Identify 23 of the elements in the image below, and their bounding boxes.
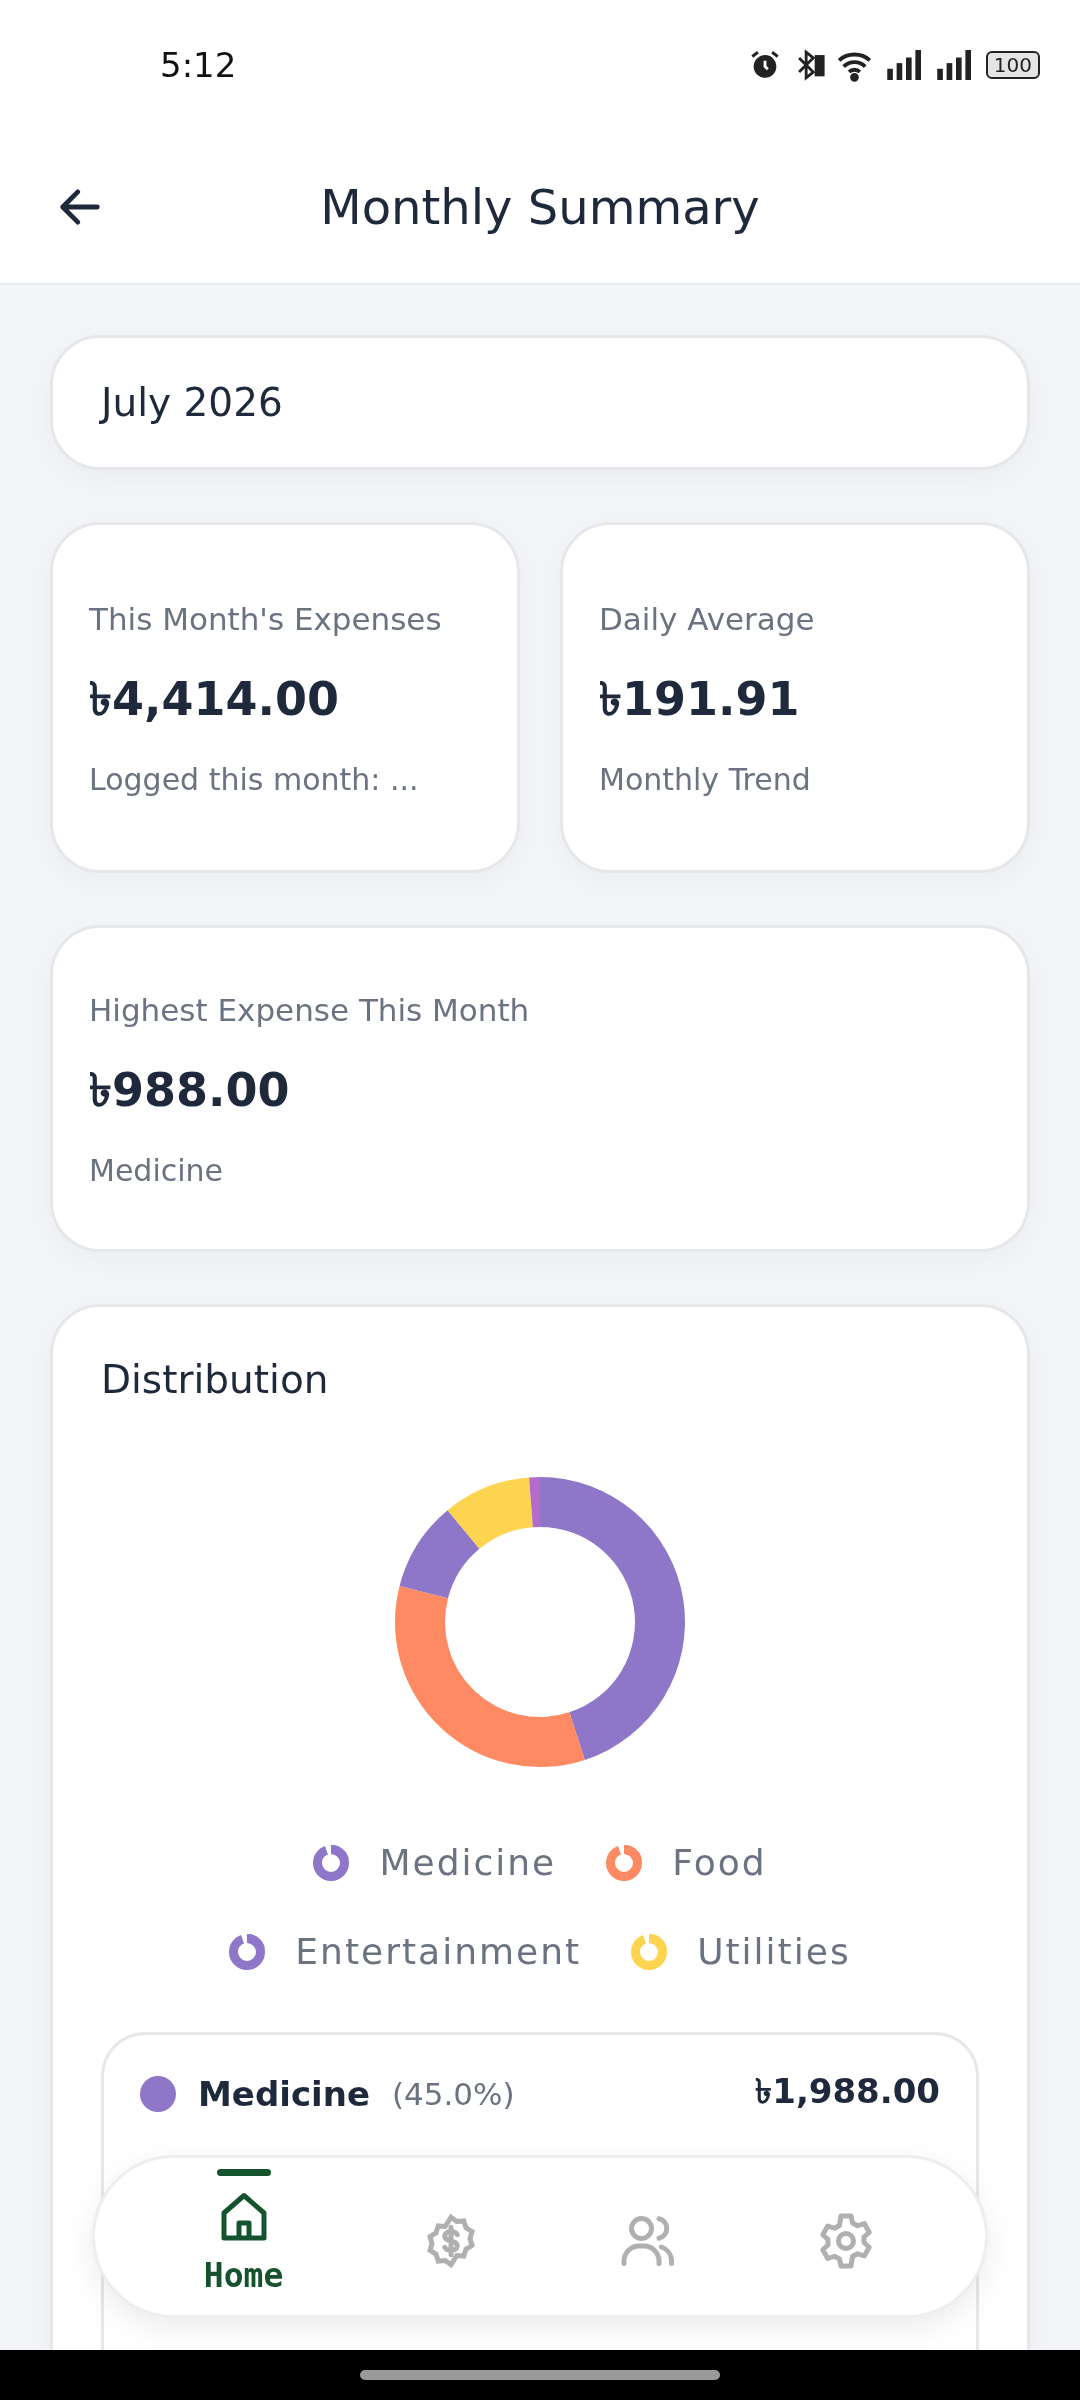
stat-note: Logged this month: ... [89, 761, 420, 797]
stat-note: Monthly Trend [599, 761, 812, 797]
stat-value: ৳191.91 [599, 670, 801, 728]
nav-tab[interactable]: Home [193, 2168, 294, 2305]
category-percent: (45.0%) [391, 2075, 516, 2112]
section-title: Distribution [101, 1357, 330, 1402]
stat-value: ৳4,414.00 [89, 670, 340, 728]
stat-value: ৳988.00 [89, 1061, 291, 1119]
stat-note: Medicine [89, 1152, 225, 1188]
legend-label: Medicine [379, 1842, 557, 1883]
month-selector[interactable]: July 2026 [50, 335, 1030, 470]
stat-label: Highest Expense This Month [89, 991, 531, 1031]
stat-label: This Month's Expenses [89, 600, 443, 640]
legend-label: Entertainment [295, 1931, 582, 1972]
category-name: Medicine [198, 2073, 370, 2114]
active-indicator [216, 2168, 271, 2176]
legend-label: Food [672, 1842, 767, 1883]
stat-label: Daily Average [599, 600, 816, 640]
legend-label: Utilities [697, 1931, 851, 1972]
status-time: 5:12 [160, 45, 237, 85]
page-title: Monthly Summary [319, 178, 761, 235]
battery-level: 100 [985, 51, 1040, 79]
category-amount: ৳1,988.00 [755, 2070, 940, 2113]
